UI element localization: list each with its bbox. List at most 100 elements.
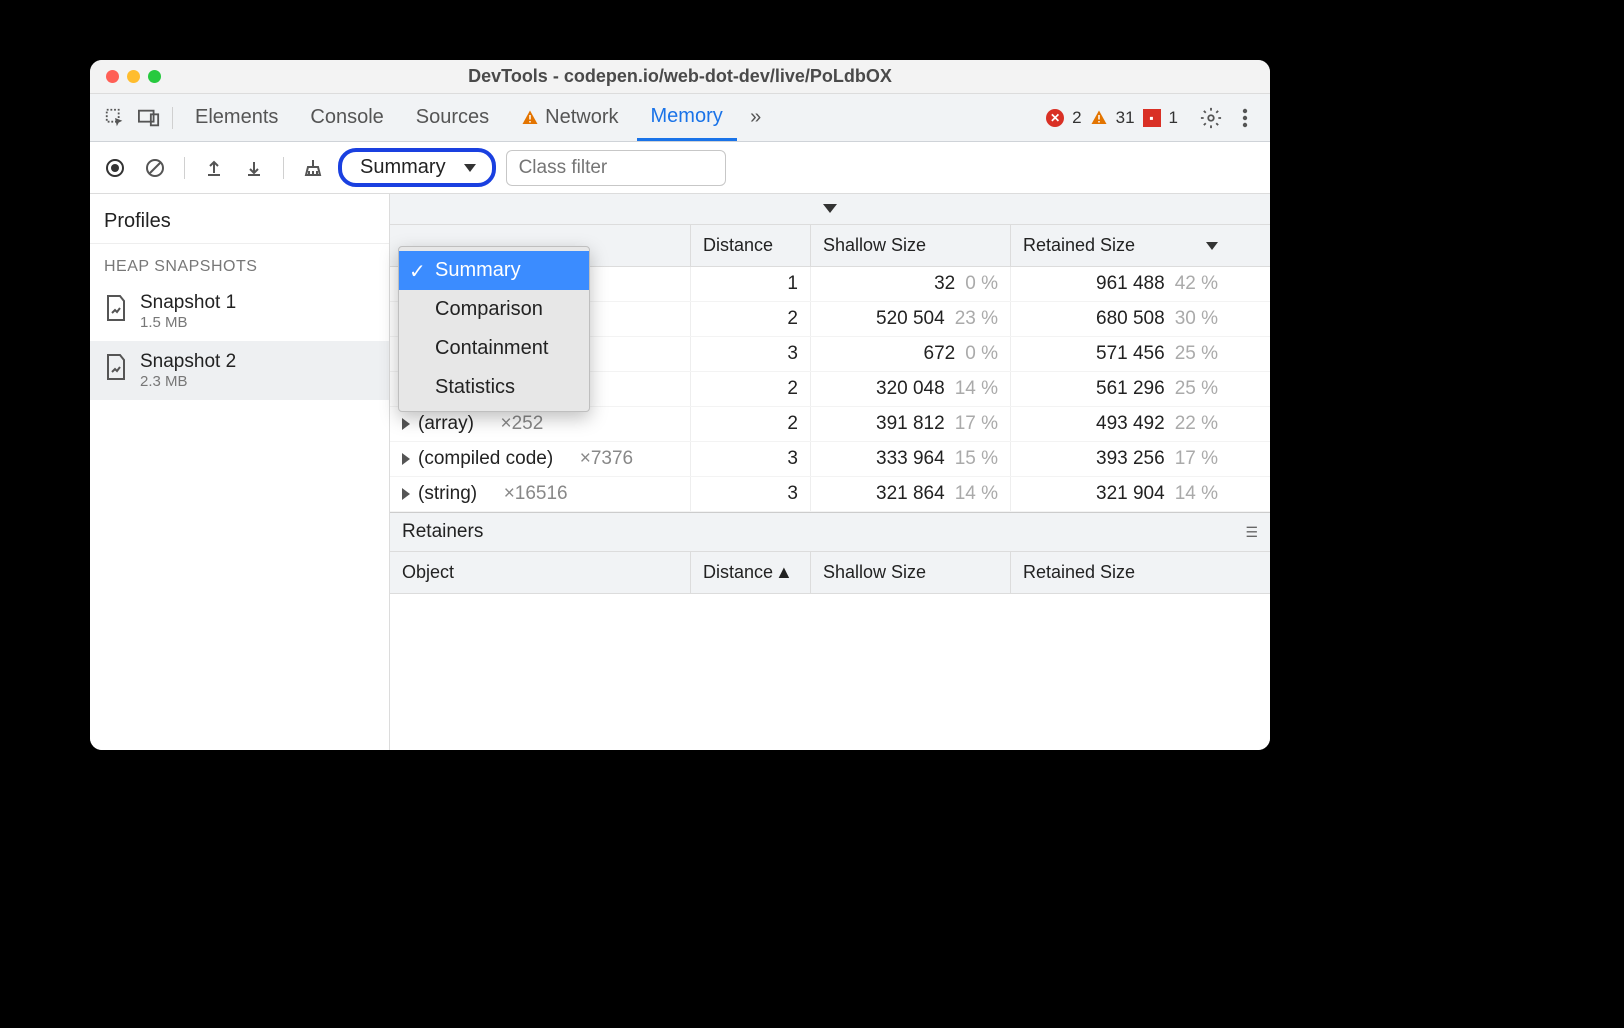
file-icon [104,353,128,381]
class-filter-input[interactable] [506,150,726,186]
row-retained: 571 456 [1096,343,1165,365]
row-shallow: 320 048 [876,378,945,400]
row-shallow: 32 [934,273,955,295]
perspective-select-label: Summary [360,156,446,179]
inspect-element-icon[interactable] [100,103,130,133]
issues-count[interactable]: 1 [1165,108,1182,128]
row-retained: 493 492 [1096,413,1165,435]
row-distance: 1 [690,267,810,301]
row-distance: 3 [690,442,810,476]
tab-network-label: Network [545,106,618,129]
grid-row[interactable]: (compiled code) ×7376 3 333 96415 % 393 … [390,442,1270,477]
retainers-title: Retainers [402,521,483,543]
upload-icon[interactable] [199,153,229,183]
row-distance: 2 [690,302,810,336]
sort-asc-icon: ▲ [775,562,793,583]
settings-gear-icon[interactable] [1196,103,1226,133]
sidebar-section-heap: HEAP SNAPSHOTS [90,244,389,282]
gc-broom-icon[interactable] [298,153,328,183]
row-shallow: 672 [924,343,956,365]
expand-icon[interactable] [402,418,410,430]
minimize-window-btn[interactable] [127,70,140,83]
grid-row[interactable]: (string) ×16516 3 321 86414 % 321 90414 … [390,477,1270,512]
row-shallow-pct: 14 % [955,378,998,400]
expand-icon[interactable] [402,453,410,465]
row-shallow-pct: 0 % [965,343,998,365]
dropdown-item-containment[interactable]: Containment [399,329,589,368]
row-shallow-pct: 14 % [955,483,998,505]
tab-sources[interactable]: Sources [402,94,503,141]
file-icon [104,294,128,322]
tab-memory[interactable]: Memory [637,94,737,141]
col-retained-label: Retained Size [1023,235,1135,256]
close-window-btn[interactable] [106,70,119,83]
titlebar: DevTools - codepen.io/web-dot-dev/live/P… [90,60,1270,94]
col-retained[interactable]: Retained Size [1010,225,1230,266]
col-retained[interactable]: Retained Size [1010,552,1230,593]
row-distance: 3 [690,477,810,511]
retainers-pane: Retainers ☰ Object Distance▲ Shallow Siz… [390,512,1270,664]
download-icon[interactable] [239,153,269,183]
snapshot-name: Snapshot 2 [140,351,236,373]
expand-icon[interactable] [402,488,410,500]
separator [283,157,284,179]
tabs-overflow-icon[interactable]: » [741,103,771,133]
col-shallow[interactable]: Shallow Size [810,552,1010,593]
tab-network[interactable]: Network [507,94,632,141]
perspective-dropdown: Summary Comparison Containment Statistic… [398,246,590,412]
row-retained-pct: 14 % [1175,483,1218,505]
row-shallow: 520 504 [876,308,945,330]
issues-icon[interactable]: ▪ [1143,109,1161,127]
perspective-select[interactable]: Summary [338,148,496,187]
row-name: (string) [418,483,477,505]
warning-icon[interactable] [1090,109,1108,127]
row-count: ×252 [501,413,544,435]
device-toolbar-icon[interactable] [134,103,164,133]
col-object[interactable]: Object [390,552,690,593]
panel-tabbar: Elements Console Sources Network Memory … [90,94,1270,142]
col-distance[interactable]: Distance▲ [690,552,810,593]
dropdown-item-comparison[interactable]: Comparison [399,290,589,329]
row-retained: 561 296 [1096,378,1165,400]
row-shallow: 321 864 [876,483,945,505]
error-icon[interactable]: ✕ [1046,109,1064,127]
row-retained-pct: 42 % [1175,273,1218,295]
tab-console[interactable]: Console [296,94,397,141]
col-distance[interactable]: Distance [690,225,810,266]
record-icon[interactable] [100,153,130,183]
row-shallow: 391 812 [876,413,945,435]
dropdown-item-summary[interactable]: Summary [399,251,589,290]
window-title: DevTools - codepen.io/web-dot-dev/live/P… [90,66,1270,87]
error-count[interactable]: 2 [1068,108,1085,128]
clear-icon[interactable] [140,153,170,183]
dropdown-item-statistics[interactable]: Statistics [399,368,589,407]
devtools-window: DevTools - codepen.io/web-dot-dev/live/P… [90,60,1270,750]
row-name: (array) [418,413,474,435]
window-controls [90,70,161,83]
snapshot-item[interactable]: Snapshot 22.3 MB [90,341,389,400]
kebab-menu-icon[interactable] [1230,103,1260,133]
row-retained-pct: 25 % [1175,378,1218,400]
warning-icon [521,109,539,127]
col-shallow[interactable]: Shallow Size [810,225,1010,266]
row-retained-pct: 22 % [1175,413,1218,435]
snapshot-size: 1.5 MB [140,314,236,331]
separator [184,157,185,179]
col-distance-label: Distance [703,562,773,583]
snapshot-item[interactable]: Snapshot 11.5 MB [90,282,389,341]
hamburger-icon[interactable]: ☰ [1245,524,1258,541]
snapshot-size: 2.3 MB [140,373,236,390]
row-shallow-pct: 23 % [955,308,998,330]
separator [172,107,173,129]
row-retained-pct: 30 % [1175,308,1218,330]
filter-bar[interactable] [390,194,1270,225]
zoom-window-btn[interactable] [148,70,161,83]
row-shallow-pct: 15 % [955,448,998,470]
warning-count[interactable]: 31 [1112,108,1139,128]
row-shallow-pct: 17 % [955,413,998,435]
row-distance: 2 [690,407,810,441]
profiles-sidebar: Profiles HEAP SNAPSHOTS Snapshot 11.5 MB… [90,194,390,750]
row-retained: 680 508 [1096,308,1165,330]
grid-row[interactable]: (array) ×252 2 391 812 17 % 493 492 22 % [390,407,1270,442]
tab-elements[interactable]: Elements [181,94,292,141]
